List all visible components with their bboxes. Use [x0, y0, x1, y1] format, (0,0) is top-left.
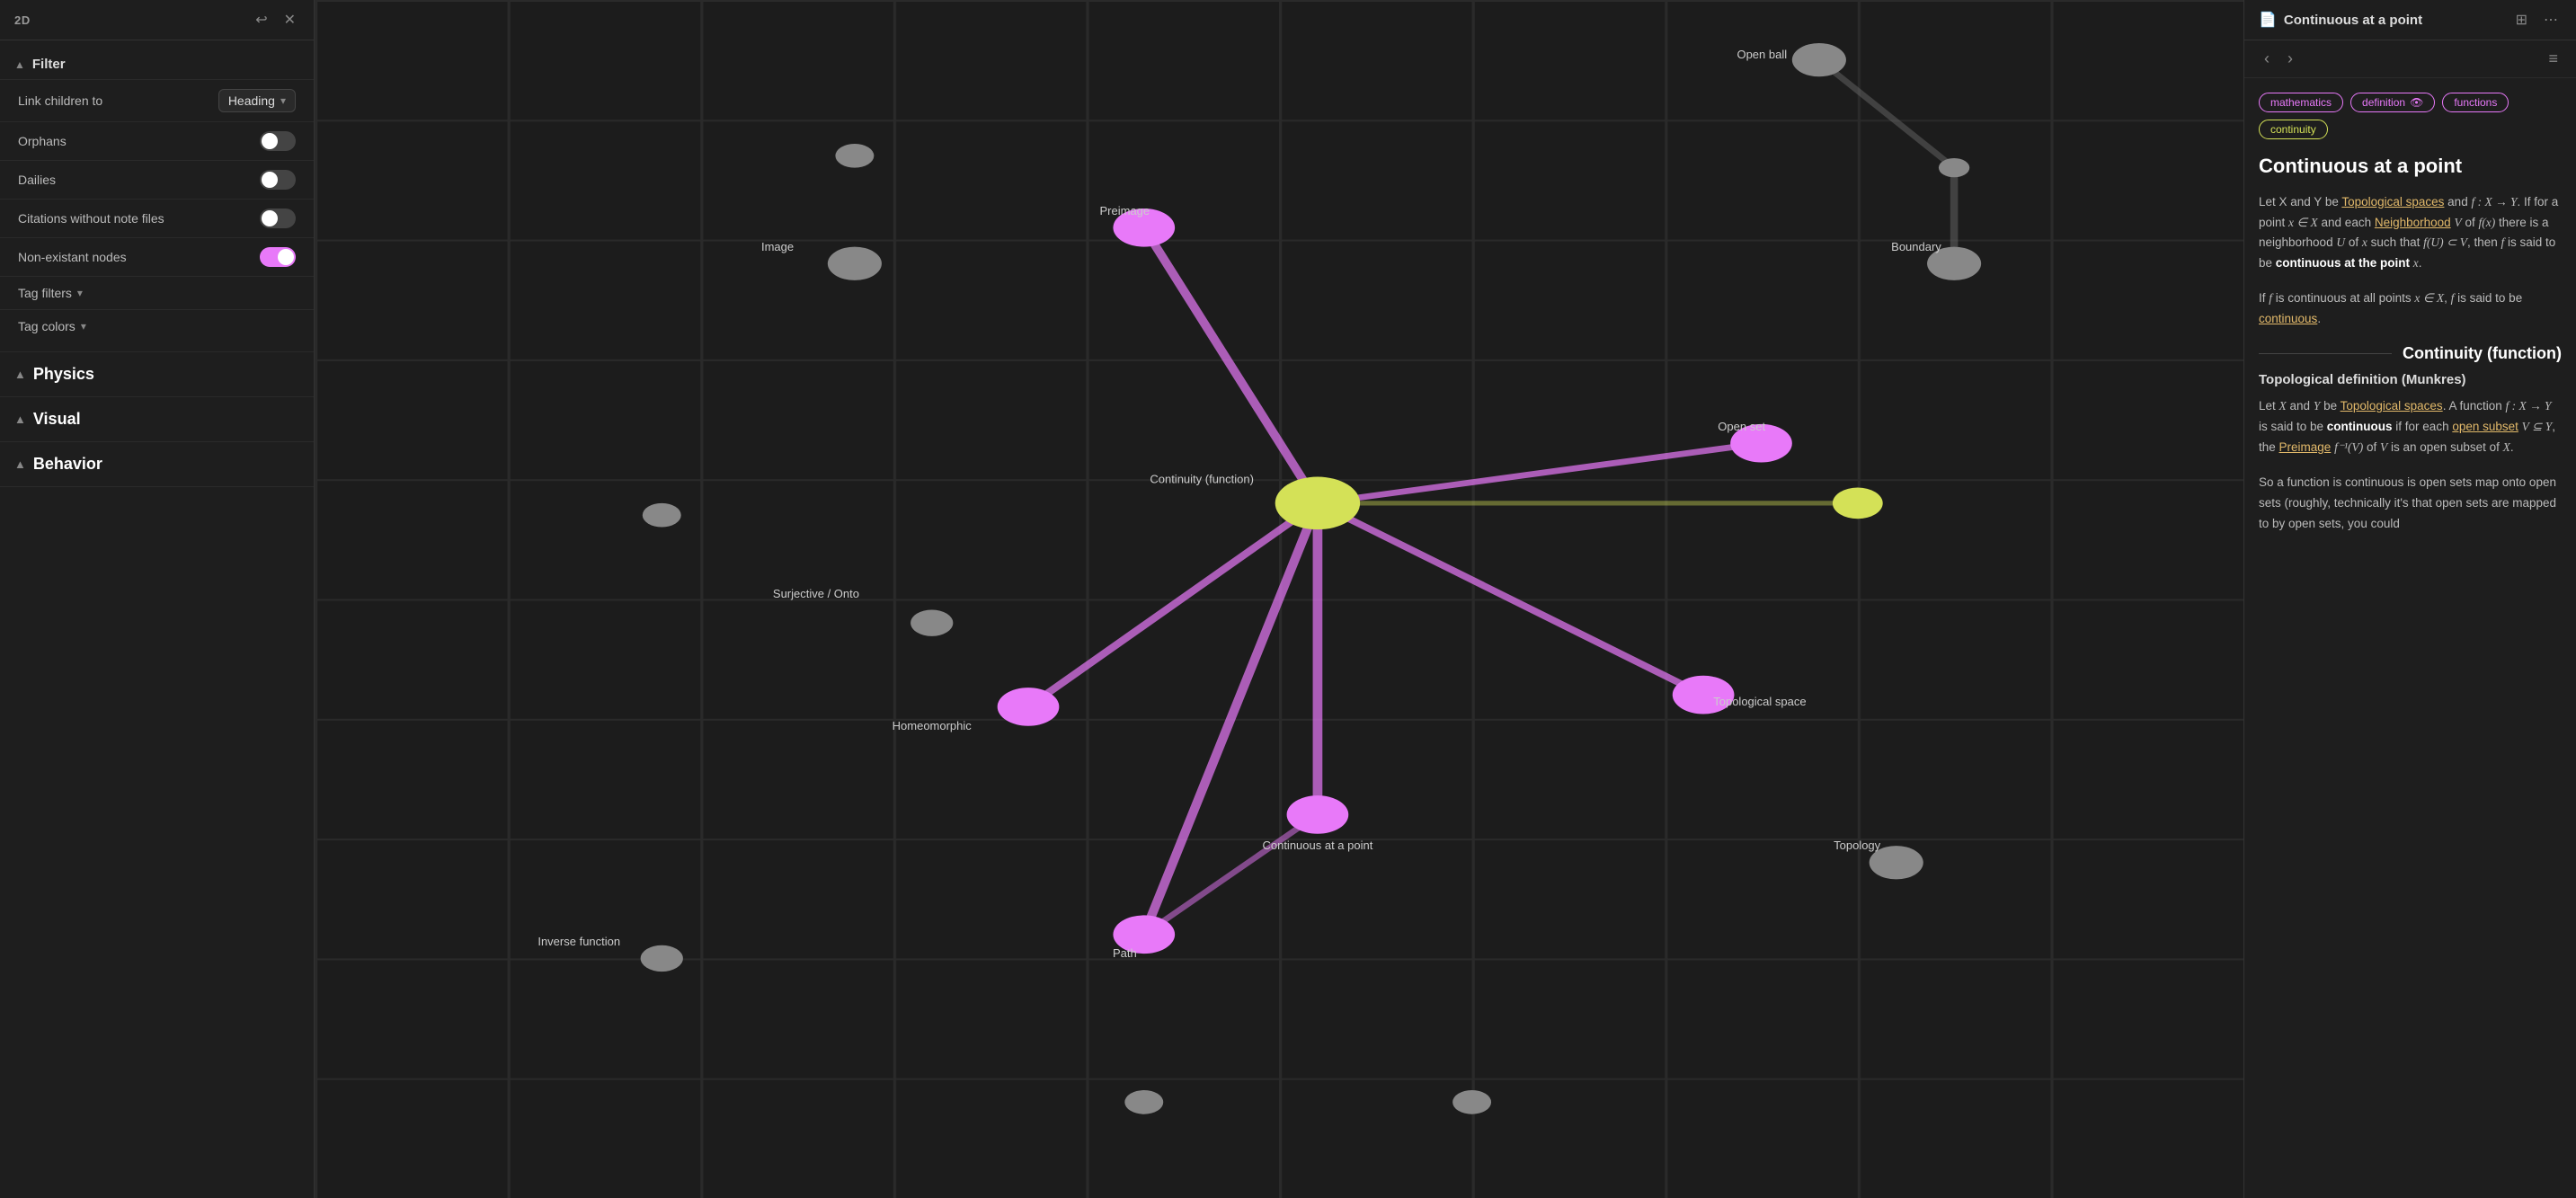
- non-existant-label: Non-existant nodes: [18, 250, 127, 264]
- nav-forward-button[interactable]: ›: [2282, 48, 2298, 70]
- physics-section-header[interactable]: ▲ Physics: [0, 352, 314, 396]
- section-2-body: Let X and Y be Topological spaces. A fun…: [2259, 396, 2562, 458]
- dailies-toggle[interactable]: [260, 170, 296, 190]
- nav-back-button[interactable]: ‹: [2259, 48, 2275, 70]
- citations-label: Citations without note files: [18, 211, 164, 226]
- section-2-subheading: Topological definition (Munkres): [2259, 372, 2562, 387]
- orphans-label: Orphans: [18, 134, 67, 148]
- filter-label: Filter: [32, 57, 66, 72]
- link-open-subset[interactable]: open subset: [2452, 420, 2518, 433]
- graph-svg: [315, 0, 2243, 1198]
- dropdown-arrow-icon: ▾: [280, 94, 286, 107]
- left-panel: 2D ↩ ✕ ▲ Filter Link children to Heading…: [0, 0, 315, 1198]
- tag-definition-label: definition: [2362, 96, 2405, 109]
- panel-header: 2D ↩ ✕: [0, 0, 314, 40]
- dailies-row: Dailies: [0, 160, 314, 199]
- non-existant-row: Non-existant nodes: [0, 237, 314, 276]
- layout-toggle-button[interactable]: ⊞: [2512, 9, 2531, 31]
- eye-icon: 👁: [2410, 96, 2423, 109]
- graph-area[interactable]: Continuity (function) Continuous at a po…: [315, 0, 2243, 1198]
- right-panel-title: Continuous at a point: [2284, 13, 2422, 28]
- tag-filters-caret-icon: ▾: [77, 287, 83, 299]
- document-icon: 📄: [2259, 11, 2277, 29]
- link-children-dropdown[interactable]: Heading ▾: [218, 89, 296, 112]
- content-main-heading: Continuous at a point: [2259, 154, 2562, 180]
- behavior-section-header[interactable]: ▲ Behavior: [0, 442, 314, 486]
- section-2-body-2: So a function is continuous is open sets…: [2259, 473, 2562, 535]
- physics-chevron-icon: ▲: [14, 368, 26, 381]
- tag-filters-row[interactable]: Tag filters ▾: [0, 276, 314, 309]
- link-neighborhood[interactable]: Neighborhood: [2375, 216, 2451, 229]
- visual-section: ▲ Visual: [0, 397, 314, 442]
- behavior-chevron-icon: ▲: [14, 457, 26, 471]
- dailies-label: Dailies: [18, 173, 56, 187]
- tag-colors-label: Tag colors: [18, 319, 76, 333]
- link-children-value: Heading: [228, 93, 275, 108]
- panel-title: 2D: [14, 13, 31, 27]
- physics-section: ▲ Physics: [0, 352, 314, 397]
- undo-button[interactable]: ↩: [252, 9, 271, 31]
- citations-row: Citations without note files: [0, 199, 314, 237]
- filter-section-header[interactable]: ▲ Filter: [0, 49, 314, 79]
- section-2-title: Continuity (function): [2403, 344, 2562, 363]
- link-topological-spaces[interactable]: Topological spaces: [2341, 195, 2444, 209]
- content-body-2: If f is continuous at all points x ∈ X, …: [2259, 288, 2562, 330]
- tag-mathematics[interactable]: mathematics: [2259, 93, 2343, 112]
- more-options-button[interactable]: ⋯: [2540, 9, 2562, 31]
- filter-section: ▲ Filter Link children to Heading ▾ Orph…: [0, 40, 314, 352]
- visual-label: Visual: [33, 410, 81, 429]
- right-panel-header: 📄 Continuous at a point ⊞ ⋯: [2244, 0, 2576, 40]
- right-panel: 📄 Continuous at a point ⊞ ⋯ ‹ › ≡ mathem…: [2243, 0, 2576, 1198]
- tag-continuity[interactable]: continuity: [2259, 120, 2328, 139]
- tag-colors-caret-icon: ▾: [81, 320, 86, 333]
- non-existant-toggle[interactable]: [260, 247, 296, 267]
- physics-label: Physics: [33, 365, 94, 384]
- link-preimage[interactable]: Preimage: [2279, 440, 2332, 454]
- outline-button[interactable]: ≡: [2545, 48, 2562, 70]
- tag-functions[interactable]: functions: [2442, 93, 2509, 112]
- tag-colors-row[interactable]: Tag colors ▾: [0, 309, 314, 342]
- close-button[interactable]: ✕: [280, 9, 299, 31]
- orphans-row: Orphans: [0, 121, 314, 160]
- right-header-left: 📄 Continuous at a point: [2259, 11, 2422, 29]
- link-children-label: Link children to: [18, 93, 102, 108]
- behavior-section: ▲ Behavior: [0, 442, 314, 487]
- divider-line: [2259, 353, 2392, 354]
- content-body-1: Let X and Y be Topological spaces and f …: [2259, 192, 2562, 275]
- link-continuous[interactable]: continuous: [2259, 312, 2317, 325]
- visual-chevron-icon: ▲: [14, 413, 26, 426]
- citations-toggle[interactable]: [260, 209, 296, 228]
- link-topological-spaces-2[interactable]: Topological spaces: [2341, 399, 2443, 413]
- tag-list: mathematics definition 👁 functions conti…: [2259, 93, 2562, 139]
- filter-chevron-icon: ▲: [14, 58, 25, 71]
- right-nav: ‹ › ≡: [2244, 40, 2576, 78]
- visual-section-header[interactable]: ▲ Visual: [0, 397, 314, 441]
- link-children-row: Link children to Heading ▾: [0, 79, 314, 121]
- behavior-label: Behavior: [33, 455, 102, 474]
- right-panel-content: mathematics definition 👁 functions conti…: [2244, 78, 2576, 1198]
- section-2-header: Continuity (function): [2259, 344, 2562, 363]
- orphans-toggle[interactable]: [260, 131, 296, 151]
- tag-filters-label: Tag filters: [18, 286, 72, 300]
- tag-definition[interactable]: definition 👁: [2350, 93, 2435, 112]
- panel-icons: ↩ ✕: [252, 9, 299, 31]
